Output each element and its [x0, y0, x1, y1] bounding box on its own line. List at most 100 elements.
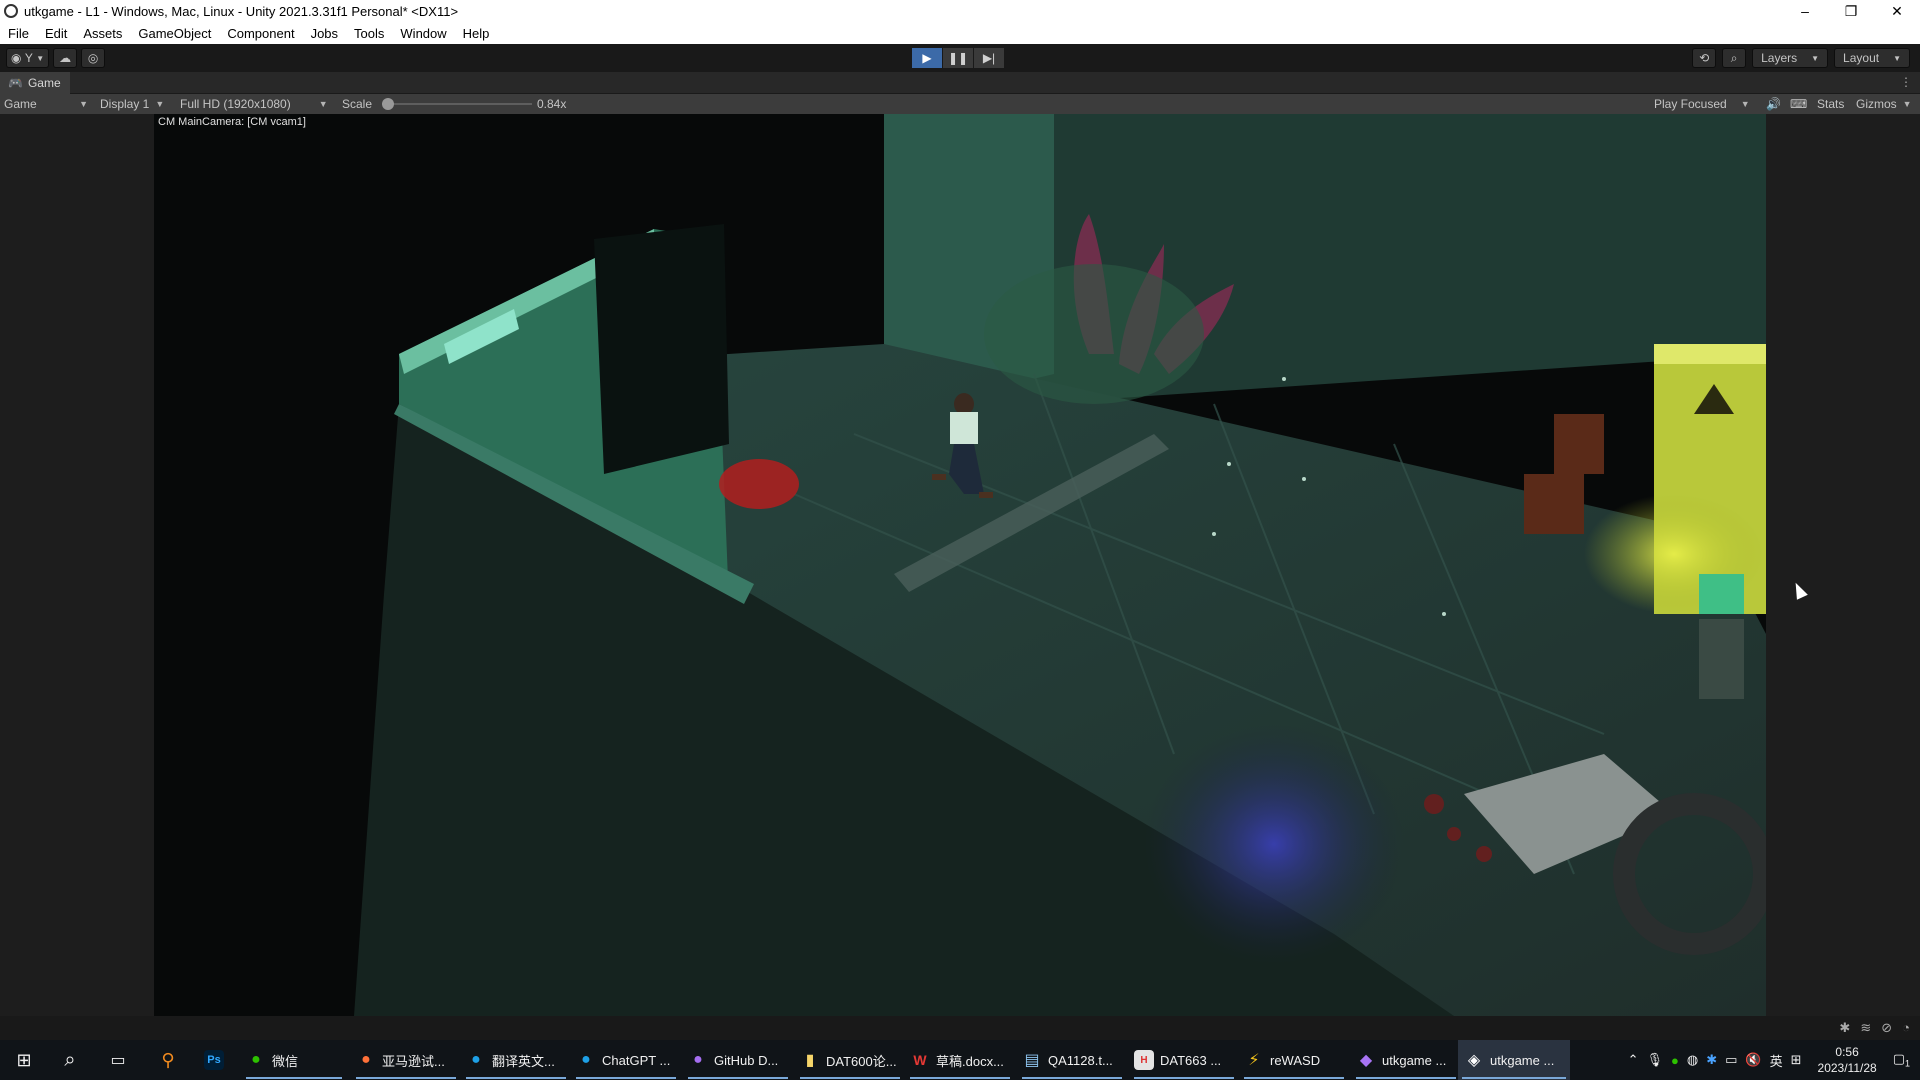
taskbar-app-wechat[interactable]: ● 微信: [242, 1040, 346, 1080]
windows-taskbar: ⊞ ⌕ ▭ ⚲ Ps ● 微信 ● 亚马逊试... ● 翻译英文... ● Ch…: [0, 1040, 1920, 1080]
game-view-area: CM MainCamera: [CM vcam1]: [0, 114, 1920, 1016]
title-bar: utkgame - L1 - Windows, Mac, Linux - Uni…: [0, 0, 1920, 22]
taskbar-app-github[interactable]: ● GitHub D...: [684, 1040, 792, 1080]
taskbar-app-visual-studio[interactable]: ◆ utkgame ...: [1352, 1040, 1460, 1080]
chevron-up-icon[interactable]: ⌃: [1628, 1052, 1639, 1068]
resolution-dropdown[interactable]: Full HD (1920x1080) ▼: [180, 94, 328, 114]
clock-date: 2023/11/28: [1817, 1061, 1877, 1075]
scale-label: Scale: [342, 97, 373, 111]
taskbar-app-notepad[interactable]: ▤ QA1128.t...: [1018, 1040, 1126, 1080]
taskbar-app-rewasd[interactable]: ⚡ reWASD: [1240, 1040, 1348, 1080]
notification-count: 1: [1904, 1058, 1910, 1069]
taskbar-app-firefox[interactable]: ● 亚马逊试...: [352, 1040, 460, 1080]
taskbar-app-label: utkgame ...: [1490, 1052, 1555, 1068]
restore-button[interactable]: ❐: [1828, 0, 1874, 22]
services-icon: ◎: [87, 51, 99, 65]
taskbar-app-label: 微信: [272, 1053, 299, 1069]
taskbar-app-unity[interactable]: ◈ utkgame ...: [1458, 1040, 1570, 1080]
network-icon[interactable]: ▭: [1725, 1052, 1737, 1068]
start-button[interactable]: ⊞: [6, 1040, 42, 1080]
menu-jobs[interactable]: Jobs: [303, 26, 346, 41]
unity-icon: ◈: [1467, 1052, 1481, 1069]
cache-icon[interactable]: ⊘: [1881, 1020, 1892, 1036]
scale-slider-thumb[interactable]: [382, 98, 394, 110]
taskbar-app-file[interactable]: ▮ DAT600论...: [796, 1040, 904, 1080]
taskbar-app-edge-translate[interactable]: ● 翻译英文...: [462, 1040, 570, 1080]
minimize-button[interactable]: –: [1782, 0, 1828, 22]
bluetooth-icon[interactable]: ✱: [1706, 1052, 1717, 1068]
task-view-icon: ▭: [110, 1052, 126, 1069]
steam-icon[interactable]: ◍: [1687, 1052, 1698, 1068]
menu-edit[interactable]: Edit: [37, 26, 75, 41]
wechat-tray-icon[interactable]: ●: [1671, 1053, 1679, 1068]
display-dropdown[interactable]: Display 1 ▼: [100, 94, 164, 114]
ime-indicator[interactable]: 英: [1770, 1051, 1783, 1070]
scale-value: 0.84x: [537, 97, 567, 111]
microphone-icon[interactable]: 🎙: [1646, 1052, 1663, 1068]
menu-component[interactable]: Component: [219, 26, 302, 41]
gizmos-dropdown[interactable]: Gizmos ▼: [1856, 94, 1912, 114]
undo-history-button[interactable]: ⟲: [1692, 48, 1717, 68]
mute-audio-icon[interactable]: 🔊: [1766, 94, 1781, 114]
tab-game[interactable]: 🎮 Game: [0, 72, 70, 94]
collab-button[interactable]: ◎: [81, 48, 106, 68]
wechat-icon: ●: [251, 1051, 261, 1068]
taskbar-search-button[interactable]: ⌕: [52, 1040, 88, 1080]
display-label: Display 1: [100, 97, 150, 111]
terminal-screen: [1699, 574, 1744, 614]
taskbar-app-edge-chatgpt[interactable]: ● ChatGPT ...: [572, 1040, 680, 1080]
notification-center-icon[interactable]: ▢1: [1893, 1051, 1910, 1069]
view-mode-dropdown[interactable]: Game ▼: [4, 94, 88, 114]
scale-slider[interactable]: [382, 98, 532, 110]
chevron-down-icon: ▼: [1740, 99, 1750, 109]
pause-button[interactable]: ❚❚: [943, 48, 973, 68]
html-icon: H: [1134, 1050, 1154, 1070]
menu-help[interactable]: Help: [455, 26, 498, 41]
layers-dropdown[interactable]: Layers ▼: [1752, 48, 1829, 68]
taskbar-app-label: QA1128.t...: [1048, 1052, 1113, 1068]
stats-button[interactable]: Stats: [1817, 94, 1844, 114]
taskbar-photoshop[interactable]: Ps: [196, 1040, 232, 1080]
menu-bar: File Edit Assets GameObject Component Jo…: [0, 22, 1920, 44]
account-label: Y: [24, 51, 33, 65]
window-controls: – ❐ ✕: [1782, 0, 1920, 22]
game-viewport[interactable]: CM MainCamera: [CM vcam1]: [154, 114, 1766, 1016]
progress-icon[interactable]: ◔: [1902, 1020, 1910, 1036]
menu-gameobject[interactable]: GameObject: [130, 26, 219, 41]
debug-icon[interactable]: ✱: [1839, 1020, 1850, 1036]
play-focused-dropdown[interactable]: Play Focused ▼: [1654, 94, 1750, 114]
unity-logo-icon: [4, 4, 18, 18]
account-button[interactable]: ◉ Y ▼: [6, 48, 50, 68]
menu-assets[interactable]: Assets: [75, 26, 130, 41]
cloud-icon: ☁: [59, 51, 72, 65]
clock[interactable]: 0:56 2023/11/28: [1818, 1044, 1877, 1076]
taskbar-app-label: DAT600论...: [826, 1053, 897, 1069]
taskbar-app-wps[interactable]: W 草稿.docx...: [906, 1040, 1014, 1080]
chevron-down-icon: ▼: [1811, 53, 1820, 63]
clock-time: 0:56: [1835, 1045, 1859, 1059]
shortcut-keyboard-icon[interactable]: ⌨: [1790, 94, 1807, 114]
menu-tools[interactable]: Tools: [346, 26, 392, 41]
step-button[interactable]: ▶|: [974, 48, 1004, 68]
edge-icon: ●: [471, 1051, 481, 1068]
play-button[interactable]: ▶: [912, 48, 942, 68]
task-view-button[interactable]: ▭: [100, 1040, 136, 1080]
taskbar-magnifier-app[interactable]: ⚲: [150, 1040, 186, 1080]
menu-file[interactable]: File: [0, 26, 37, 41]
chevron-down-icon: ▼: [1902, 99, 1912, 109]
cloud-button[interactable]: ☁: [53, 48, 78, 68]
keyboard-icon[interactable]: ⊞: [1791, 1052, 1802, 1068]
game-scene: [154, 114, 1766, 1016]
rewasd-icon: ⚡: [1248, 1052, 1260, 1069]
tab-options-icon[interactable]: ⋮: [1900, 75, 1912, 89]
close-button[interactable]: ✕: [1874, 0, 1920, 22]
layout-dropdown[interactable]: Layout ▼: [1834, 48, 1910, 68]
magnifier-app-icon: ⚲: [161, 1049, 175, 1070]
stack-icon[interactable]: ≋: [1860, 1020, 1871, 1036]
taskbar-app-label: 草稿.docx...: [936, 1053, 1004, 1069]
chevron-down-icon: ▼: [79, 99, 88, 109]
search-button[interactable]: ⌕: [1722, 48, 1747, 68]
menu-window[interactable]: Window: [392, 26, 454, 41]
taskbar-app-html[interactable]: H DAT663 ...: [1130, 1040, 1238, 1080]
volume-icon[interactable]: 🔇: [1745, 1052, 1761, 1068]
